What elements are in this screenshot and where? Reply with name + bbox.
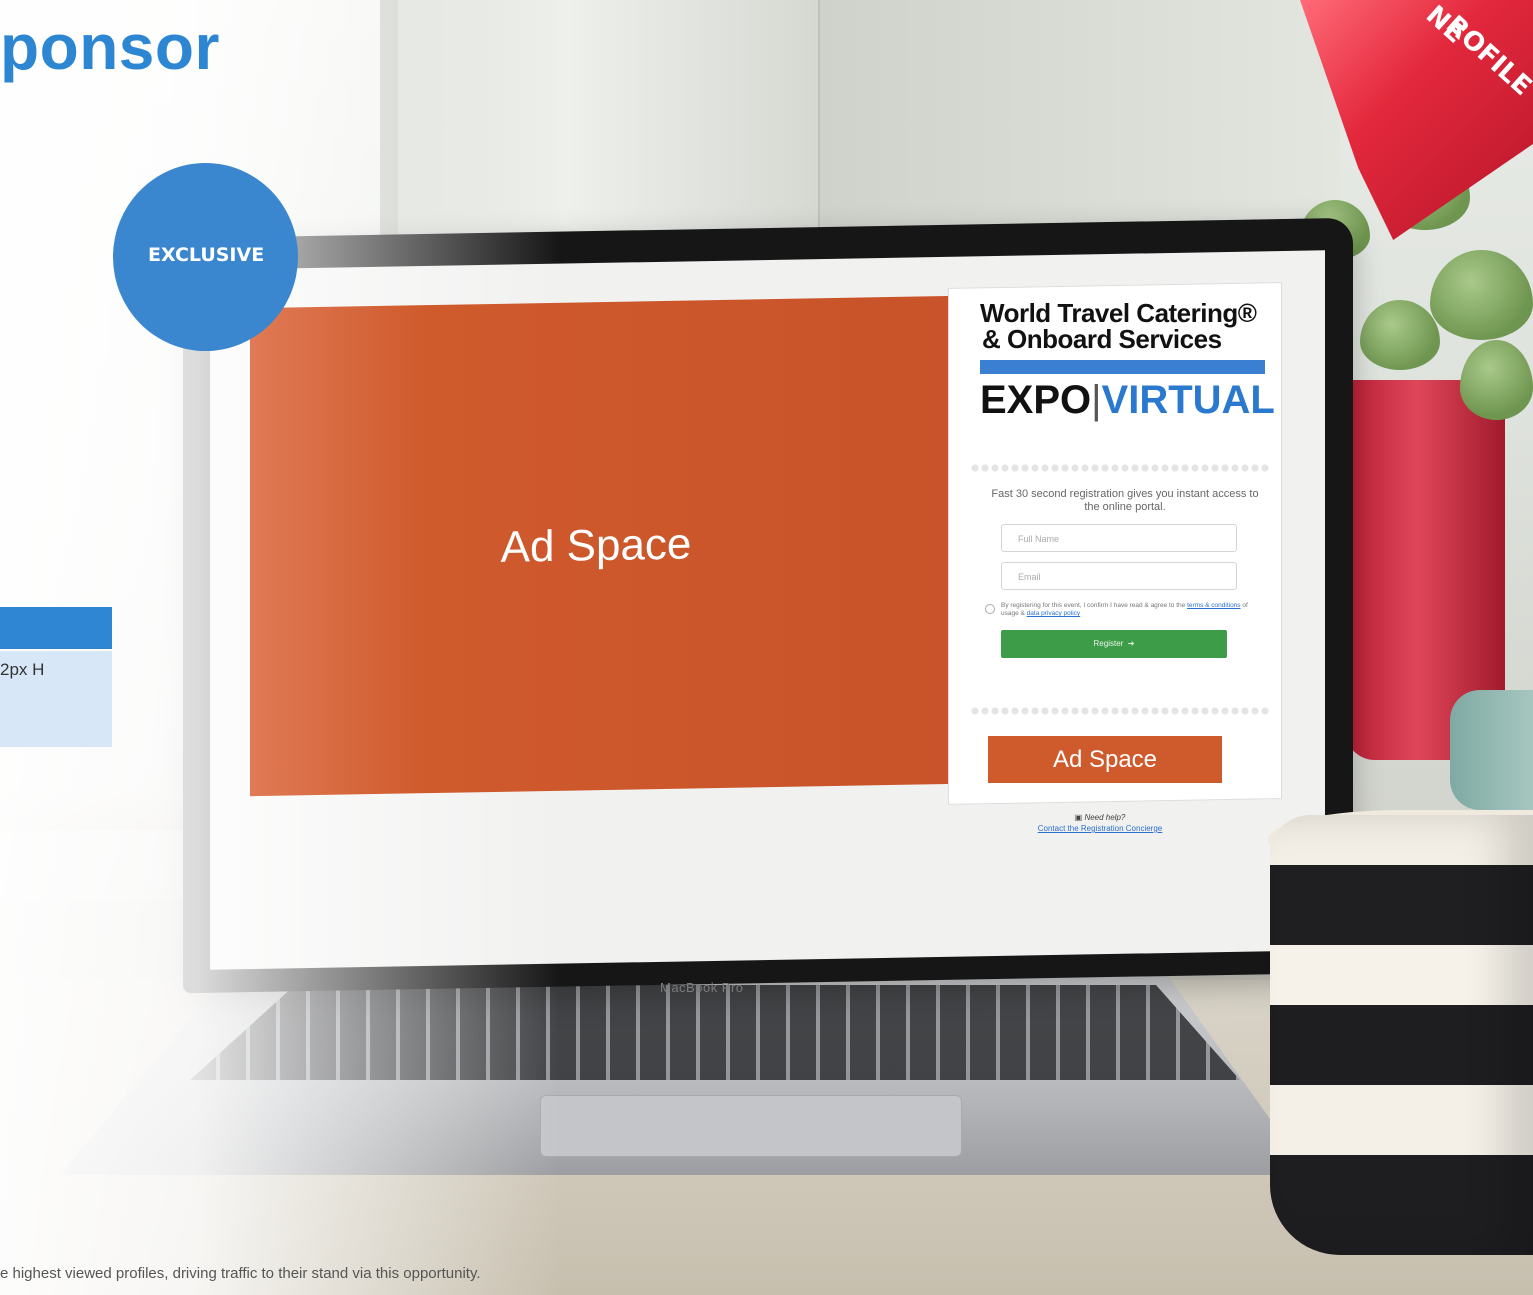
consent-prefix: By registering for this event, I confirm… xyxy=(1001,602,1186,609)
email-field[interactable]: Email xyxy=(1001,562,1237,590)
laptop-trackpad xyxy=(540,1095,962,1157)
registration-intro: Fast 30 second registration gives you in… xyxy=(991,488,1259,513)
logo-line-2: & Onboard Services xyxy=(982,324,1222,354)
divider xyxy=(970,706,1270,716)
main-ad-label: Ad Space xyxy=(500,519,692,572)
background-window-right xyxy=(820,0,1340,230)
page-heading: ponsor xyxy=(0,11,220,83)
side-ad-space[interactable]: Ad Space xyxy=(988,736,1222,783)
logo-virtual: VIRTUAL xyxy=(1101,378,1275,422)
consent-checkbox[interactable] xyxy=(985,604,995,614)
help-block: ▣ Need help? Contact the Registration Co… xyxy=(1020,812,1180,834)
register-label: Register xyxy=(1093,639,1124,648)
logo-line-1: World Travel Catering® xyxy=(980,298,1257,328)
help-label: Need help? xyxy=(1084,813,1126,822)
succulent-pot xyxy=(1450,690,1533,810)
plant-leaf xyxy=(1430,250,1533,340)
event-logo: World Travel Catering® & Onboard Service… xyxy=(980,298,1275,450)
consent-row: By registering for this event, I confirm… xyxy=(985,602,1265,618)
spec-dimension-text: 2px H xyxy=(0,660,45,679)
main-ad-space[interactable]: Ad Space xyxy=(250,295,962,797)
side-ad-label: Ad Space xyxy=(1052,745,1158,773)
consent-text: By registering for this event, I confirm… xyxy=(1001,602,1265,618)
striped-mug xyxy=(1270,815,1533,1255)
concierge-link[interactable]: Contact the Registration Concierge xyxy=(1038,824,1163,833)
logo-expo: EXPO xyxy=(980,378,1092,422)
divider xyxy=(970,463,1270,473)
spec-table-header xyxy=(0,607,112,649)
plant-leaf xyxy=(1460,340,1533,420)
register-button[interactable]: Register ➔ xyxy=(1001,630,1227,658)
laptop-brand-label: MacBook Pro xyxy=(660,980,744,995)
arrow-circle-icon: ➔ xyxy=(1125,639,1135,648)
logo-bar xyxy=(980,360,1265,374)
logo-expo-virtual: EXPO|VIRTUAL xyxy=(980,378,1275,422)
exclusive-label: EXCLUSIVE xyxy=(148,244,265,266)
terms-link[interactable]: terms & conditions xyxy=(1187,602,1240,609)
footnote: e highest viewed profiles, driving traff… xyxy=(0,1265,481,1282)
privacy-link[interactable]: data privacy policy xyxy=(1027,610,1080,617)
plant-leaf xyxy=(1360,300,1440,370)
registration-form: Fast 30 second registration gives you in… xyxy=(985,488,1265,658)
logo-separator: | xyxy=(1091,378,1102,422)
chat-icon: ▣ xyxy=(1074,813,1083,822)
full-name-field[interactable]: Full Name xyxy=(1001,524,1237,552)
